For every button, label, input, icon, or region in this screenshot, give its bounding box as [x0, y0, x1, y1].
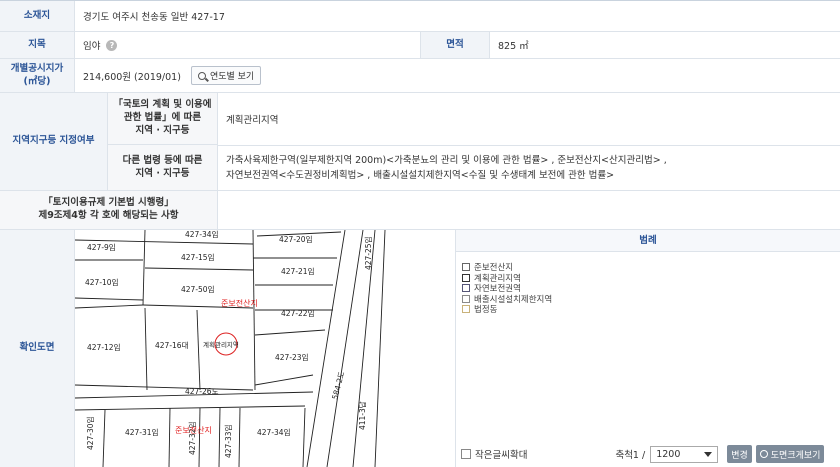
- price-value-wrap: 214,600원 (2019/01) 연도별 보기: [75, 59, 262, 92]
- enforcement-value: [218, 191, 226, 229]
- zone-label: 준보전산지: [221, 298, 258, 308]
- location-value: 경기도 여주시 천송동 일반 427-17: [83, 12, 225, 23]
- zoning-sub1-label: 「국토의 계획 및 이용에 관한 법률」에 따른 지역 · 지구등: [108, 93, 218, 145]
- legend-item: 법정동: [462, 304, 840, 315]
- legend-item: 배출시설설치제한지역: [462, 294, 840, 305]
- parcel-label: 427-12임: [87, 343, 120, 352]
- location-row: 소재지 경기도 여주시 천송동 일반 427-17: [0, 1, 840, 32]
- area-value: 825 ㎡: [498, 41, 529, 52]
- parcel-label: 427-34임: [257, 428, 290, 437]
- zoning-value2-line2: 자연보전권역<수도권정비계획법> , 배출시설설치제한지역<수질 및 수생태계 …: [226, 170, 615, 181]
- subject-parcel-label: 계획관리지역: [203, 340, 239, 349]
- parcel-label: 427-34임: [185, 230, 218, 239]
- legend-list: 준보전산지 계획관리지역 자연보전권역 배출시설설치제한지역 법정동: [456, 262, 840, 315]
- legend-swatch: [462, 284, 470, 293]
- enforcement-label-line2: 제9조제4항 각 호에 해당되는 사항: [38, 210, 179, 221]
- parcel-label: 427-9임: [87, 243, 116, 252]
- yearly-view-button[interactable]: 연도별 보기: [190, 66, 262, 85]
- map-label: 확인도면: [0, 230, 75, 467]
- land-use-plan-page: 소재지 경기도 여주시 천송동 일반 427-17 지목 임야 ? 면적 825…: [0, 0, 840, 467]
- map-drawing: 427-34임 427-9임 427-15임 427-20임 427-10임 4…: [75, 230, 386, 467]
- price-row: 개별공시지가 (㎡당) 214,600원 (2019/01) 연도별 보기: [0, 59, 840, 93]
- zone-label: 준보전산지: [175, 425, 212, 435]
- enforcement-label: 「토지이용규제 기본법 시행령」 제9조제4항 각 호에 해당되는 사항: [0, 191, 218, 229]
- parcel-label: 411-3답: [357, 401, 367, 430]
- zoning-sub2-line2: 지역 · 지구등: [135, 167, 190, 179]
- scale-label: 축척1 /: [615, 450, 646, 461]
- zoning-sub2-line1: 다른 법령 등에 따른: [122, 154, 203, 166]
- parcel-label: 427-50임: [181, 285, 214, 294]
- land-category-value: 임야: [83, 41, 101, 52]
- price-label-line2: (㎡당): [23, 75, 51, 87]
- land-category-value-wrap: 임야 ?: [75, 32, 118, 58]
- parcel-label: 427-20임: [279, 235, 312, 244]
- zoning-value2-line1: 가축사육제한구역(일부제한지역 200m)<가축분뇨의 관리 및 이용에 관한 …: [226, 154, 667, 166]
- parcel-label: 427-22임: [281, 309, 314, 318]
- scale-select[interactable]: 1200: [650, 445, 719, 463]
- location-label: 소재지: [0, 1, 75, 31]
- zone-labels: 준보전산지 준보전산지: [175, 298, 258, 435]
- zoning-sub2-label: 다른 법령 등에 따른 지역 · 지구등: [108, 145, 218, 190]
- search-icon: [759, 450, 768, 458]
- enlarge-text-checkbox[interactable]: [461, 449, 471, 459]
- enlarge-map-button[interactable]: 도면크게보기: [755, 445, 825, 463]
- parcel-label: 427-10임: [85, 278, 118, 287]
- search-icon: [197, 71, 206, 80]
- cadastral-map[interactable]: 427-34임 427-9임 427-15임 427-20임 427-10임 4…: [75, 230, 455, 467]
- zoning-sub1-line3: 지역 · 지구등: [135, 124, 190, 136]
- zoning-row: 지역지구등 지정여부 「국토의 계획 및 이용에 관한 법률」에 따른 지역 ·…: [0, 93, 840, 191]
- enforcement-row: 「토지이용규제 기본법 시행령」 제9조제4항 각 호에 해당되는 사항: [0, 191, 840, 230]
- help-icon[interactable]: ?: [106, 39, 118, 51]
- zoning-value2: 가축사육제한구역(일부제한지역 200m)<가축분뇨의 관리 및 이용에 관한 …: [218, 145, 840, 190]
- parcel-label: 427-25임: [364, 237, 373, 270]
- parcel-label: 427-30임: [86, 417, 95, 450]
- yearly-view-label: 연도별 보기: [209, 72, 255, 82]
- parcel-label: 427-33임: [224, 425, 233, 458]
- legend-swatch: [462, 263, 470, 272]
- parcel-label: 427-21임: [281, 267, 314, 276]
- zoning-label: 지역지구등 지정여부: [0, 93, 108, 190]
- parcel-label: 427-15임: [181, 253, 214, 262]
- map-controls: 작은글씨확대 축척1 / 1200 변경 도면크게보기: [456, 441, 840, 467]
- chevron-down-icon: [704, 451, 713, 457]
- parcel-label: 584-2도: [330, 370, 346, 400]
- legend-swatch: [462, 273, 470, 282]
- land-category-row: 지목 임야 ? 면적 825 ㎡: [0, 32, 840, 59]
- zoning-sub1-line1: 「국토의 계획 및 이용에: [113, 99, 212, 111]
- legend-item-label: 법정동: [474, 305, 498, 316]
- scale-value: 1200: [656, 448, 681, 460]
- legend-title: 범례: [456, 230, 840, 252]
- change-scale-button[interactable]: 변경: [727, 445, 752, 463]
- price-label: 개별공시지가 (㎡당): [0, 59, 75, 92]
- enlarge-text-label: 작은글씨확대: [475, 450, 528, 461]
- parcel-label: 427-23임: [275, 353, 308, 362]
- price-value: 214,600원 (2019/01): [83, 71, 181, 83]
- parcel-label: 427-31임: [125, 428, 158, 437]
- area-label: 면적: [420, 32, 490, 58]
- price-label-line1: 개별공시지가: [10, 62, 64, 74]
- zoning-value1: 계획관리지역: [226, 115, 279, 126]
- enlarge-map-label: 도면크게보기: [770, 450, 821, 461]
- zoning-sub1-line2: 관한 법률」에 따른: [123, 112, 202, 124]
- parcel-label: 427-26도: [185, 387, 219, 396]
- land-category-label: 지목: [0, 32, 75, 58]
- parcel-label: 427-16대: [155, 341, 189, 350]
- legend-panel: 범례 준보전산지 계획관리지역 자연보전권역 배출시설설치제한지역 법정동 작은…: [455, 230, 840, 467]
- legend-swatch: [462, 294, 470, 303]
- parcel-labels: 427-34임 427-9임 427-15임 427-20임 427-10임 4…: [85, 230, 373, 458]
- legend-swatch: [462, 305, 470, 314]
- enforcement-label-line1: 「토지이용규제 기본법 시행령」: [43, 197, 174, 209]
